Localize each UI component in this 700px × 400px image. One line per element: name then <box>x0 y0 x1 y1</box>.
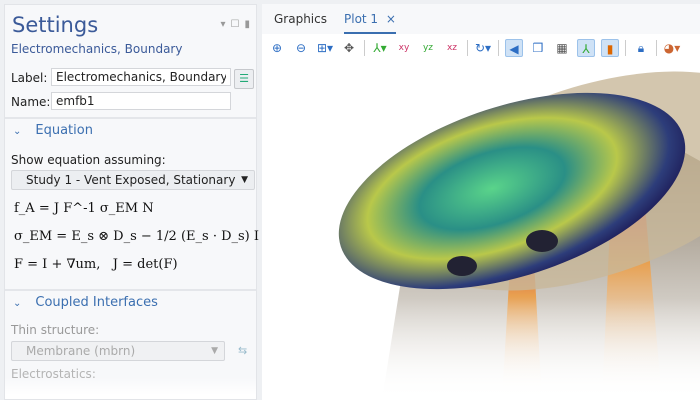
section-label: Equation <box>35 123 93 138</box>
divider <box>467 40 468 56</box>
section-coupled-header[interactable]: ⌄ Coupled Interfaces <box>13 295 158 310</box>
tab-bar: Graphics Plot 1 × <box>262 4 700 34</box>
section-label: Coupled Interfaces <box>35 295 158 310</box>
settings-panel: Settings ▾ ☐ ▮ Electromechanics, Boundary … <box>4 4 260 400</box>
show-equation-caption: Show equation assuming: <box>11 153 166 167</box>
scene-light-icon[interactable]: ◀ <box>505 39 523 57</box>
thin-structure-caption: Thin structure: <box>11 323 100 337</box>
pin-icon[interactable]: ▮ <box>244 19 250 30</box>
tab-label: Plot 1 <box>344 12 379 26</box>
equation-2: σ_EM = E_s ⊗ D_s − 1/2 (E_s · D_s) I <box>14 229 260 244</box>
electrostatics-caption: Electrostatics: <box>11 367 96 381</box>
chevron-down-icon: ▼ <box>241 175 248 185</box>
label-input[interactable] <box>51 68 231 86</box>
name-input[interactable] <box>51 92 231 110</box>
chevron-down-icon: ⌄ <box>13 298 22 309</box>
graphics-toolbar: ⊕ ⊖ ⊞▾ ✥ ⅄▾ xy yz xz ↻▾ ◀ ❒ ▦ ⅄ ▮ 🔒︎ ◕▾ <box>262 35 700 61</box>
fade-overlay <box>262 61 700 400</box>
tab-graphics[interactable]: Graphics <box>274 12 327 26</box>
close-icon[interactable]: × <box>386 12 396 26</box>
show-axis-icon[interactable]: ⅄ <box>577 39 595 57</box>
wireframe-icon[interactable]: ▦ <box>553 39 571 57</box>
color-palette-icon[interactable]: ◕▾ <box>663 39 681 57</box>
chevron-down-icon: ▼ <box>211 346 218 356</box>
page-title: Settings <box>12 13 99 37</box>
maximize-icon[interactable]: ☐ <box>231 19 240 30</box>
zoom-out-icon[interactable]: ⊖ <box>292 39 310 57</box>
study-value: Study 1 - Vent Exposed, Stationary <box>26 173 236 187</box>
3d-plot-view[interactable] <box>262 61 700 400</box>
view-yz-icon[interactable]: yz <box>419 39 437 57</box>
zoom-box-icon[interactable]: ⊞▾ <box>316 39 334 57</box>
equation-1: f_A = J F^-1 σ_EM N <box>14 201 154 216</box>
section-equation-header[interactable]: ⌄ Equation <box>13 123 93 138</box>
divider <box>625 40 626 56</box>
equation-3: F = I + ∇um, J = det(F) <box>14 257 178 272</box>
thin-structure-value: Membrane (mbrn) <box>26 344 136 358</box>
divider <box>656 40 657 56</box>
zoom-in-icon[interactable]: ⊕ <box>268 39 286 57</box>
chevron-down-icon: ⌄ <box>13 126 22 137</box>
thin-structure-select[interactable]: Membrane (mbrn) ▼ <box>11 341 225 361</box>
transparency-icon[interactable]: ❒ <box>529 39 547 57</box>
graphics-panel: Graphics Plot 1 × ⊕ ⊖ ⊞▾ ✥ ⅄▾ xy yz xz ↻… <box>262 4 700 400</box>
color-legend-icon[interactable]: ▮ <box>601 39 619 57</box>
label-caption: Label: <box>11 71 48 85</box>
zoom-extents-icon[interactable]: ✥ <box>340 39 358 57</box>
page-subtitle: Electromechanics, Boundary <box>11 42 183 56</box>
window-controls: ▾ ☐ ▮ <box>220 19 250 30</box>
tab-plot-1[interactable]: Plot 1 × <box>344 12 396 34</box>
comment-icon: ☰ <box>239 72 249 85</box>
divider <box>498 40 499 56</box>
rotate-icon[interactable]: ↻▾ <box>474 39 492 57</box>
study-select[interactable]: Study 1 - Vent Exposed, Stationary ▼ <box>11 170 255 190</box>
label-options-button[interactable]: ☰ <box>234 69 254 89</box>
lock-icon[interactable]: 🔒︎ <box>632 39 650 57</box>
name-caption: Name: <box>11 95 51 109</box>
go-to-source-icon[interactable]: ⇆ <box>238 344 247 357</box>
divider <box>364 40 365 56</box>
view-xz-icon[interactable]: xz <box>443 39 461 57</box>
divider <box>5 117 256 119</box>
divider <box>5 289 256 291</box>
dropdown-icon[interactable]: ▾ <box>220 19 225 30</box>
view-axes-icon[interactable]: ⅄▾ <box>371 39 389 57</box>
view-xy-icon[interactable]: xy <box>395 39 413 57</box>
